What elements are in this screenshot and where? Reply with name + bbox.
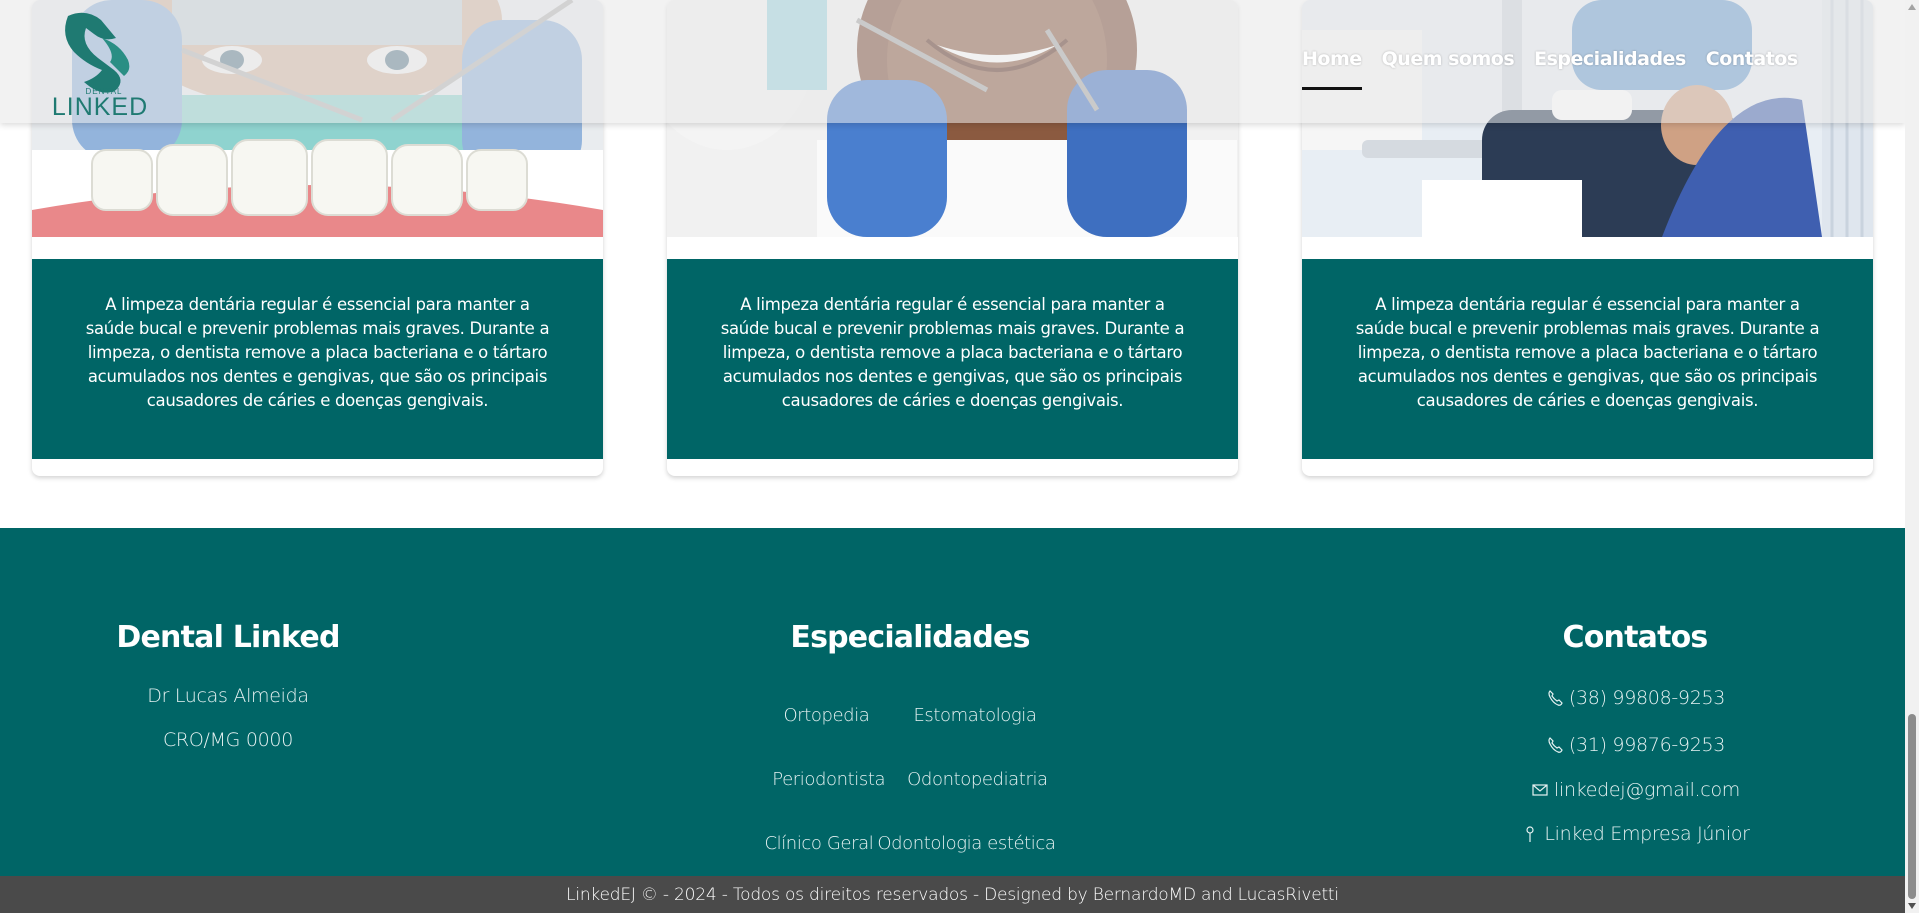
scroll-down-arrow-icon[interactable] — [1905, 899, 1919, 913]
card-description: A limpeza dentária regular é essencial p… — [1355, 295, 1820, 410]
specialties-list: Ortopedia Estomatologia Periodontista Od… — [720, 705, 1100, 897]
main-nav: Home Quem somos Especialidades Contatos — [1302, 48, 1798, 90]
card-body: A limpeza dentária regular é essencial p… — [1302, 259, 1873, 459]
phone-number: (31) 99876-9253 — [1568, 734, 1726, 756]
contact-email[interactable]: linkedej@gmail.com — [1480, 779, 1790, 801]
card-description: A limpeza dentária regular é essencial p… — [720, 295, 1185, 410]
page-scrollbar[interactable] — [1905, 0, 1919, 913]
card-description: A limpeza dentária regular é essencial p… — [85, 295, 550, 410]
footer-contacts-title: Contatos — [1562, 620, 1709, 655]
contact-phone-1[interactable]: (38) 99808-9253 — [1480, 687, 1790, 709]
email-address: linkedej@gmail.com — [1554, 779, 1740, 801]
site-header: DENTAL LINKED Home Quem somos Especialid… — [0, 0, 1905, 123]
specialty-link[interactable]: Periodontista — [772, 769, 885, 833]
phone-icon — [1548, 690, 1563, 706]
footer-specialties-title: Especialidades — [790, 620, 1030, 655]
footer-brand-title: Dental Linked — [116, 620, 340, 655]
nav-especialidades[interactable]: Especialidades — [1534, 48, 1686, 70]
phone-number: (38) 99808-9253 — [1568, 687, 1726, 709]
phone-icon — [1548, 737, 1563, 753]
mail-icon — [1532, 784, 1548, 796]
dental-linked-logo[interactable]: DENTAL LINKED — [46, 8, 156, 121]
specialty-link[interactable]: Estomatologia — [913, 705, 1037, 769]
copyright-text: LinkedEJ © - 2024 - Todos os direitos re… — [566, 884, 1339, 905]
scroll-up-arrow-icon[interactable] — [1905, 0, 1919, 14]
contact-phone-2[interactable]: (31) 99876-9253 — [1480, 734, 1790, 756]
contact-location[interactable]: Linked Empresa Júnior — [1480, 823, 1790, 845]
nav-home[interactable]: Home — [1302, 48, 1362, 90]
doctor-name: Dr Lucas Almeida — [147, 685, 309, 707]
card-body: A limpeza dentária regular é essencial p… — [667, 259, 1238, 459]
card-body: A limpeza dentária regular é essencial p… — [32, 259, 603, 459]
logo-big-text: LINKED — [52, 93, 148, 118]
location-pin-icon — [1526, 826, 1534, 842]
scrollbar-thumb[interactable] — [1908, 714, 1916, 899]
nav-quem-somos[interactable]: Quem somos — [1382, 48, 1515, 70]
specialty-link[interactable]: Odontopediatria — [907, 769, 1048, 833]
nav-contatos[interactable]: Contatos — [1706, 48, 1798, 70]
cro-number: CRO/MG 0000 — [162, 729, 294, 751]
location-name: Linked Empresa Júnior — [1544, 823, 1750, 845]
specialty-link[interactable]: Ortopedia — [783, 705, 869, 769]
copyright-bar: LinkedEJ © - 2024 - Todos os direitos re… — [0, 876, 1905, 913]
site-footer: Dental Linked Dr Lucas Almeida CRO/MG 00… — [0, 528, 1905, 876]
